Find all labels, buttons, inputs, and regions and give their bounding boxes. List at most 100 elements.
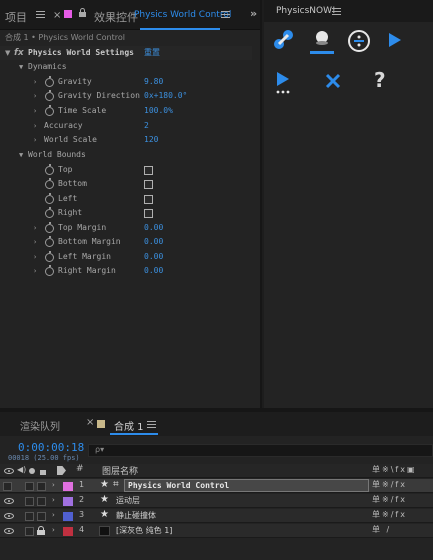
stopwatch-icon[interactable] [45, 236, 54, 247]
eye-icon[interactable] [4, 468, 14, 474]
close-icon[interactable]: × [86, 417, 94, 428]
left-checkbox[interactable] [144, 195, 153, 204]
gravity-direction-value[interactable]: 0x+180.0° [144, 89, 187, 103]
eye-icon[interactable] [4, 498, 14, 504]
right-bound-row[interactable]: Right [0, 206, 252, 220]
tab-project[interactable]: 项目 [5, 9, 27, 25]
twisty-right-icon[interactable]: › [33, 250, 37, 264]
layer-switches[interactable]: 单※/fx [372, 509, 407, 520]
twisty-right-icon[interactable]: › [52, 496, 55, 504]
left-bound-row[interactable]: Left [0, 192, 252, 206]
solo-icon[interactable] [29, 468, 35, 474]
play-more-icon[interactable] [274, 70, 294, 96]
table-row[interactable]: › 1 ★ ⌗ Physics World Control 单※/fx [0, 479, 433, 493]
menu-icon[interactable] [221, 11, 230, 18]
twisty-down-icon[interactable]: ▼ [19, 60, 23, 74]
time-scale-value[interactable]: 100.0% [144, 104, 173, 118]
audio-icon[interactable]: ◀) [17, 465, 26, 474]
twisty-right-icon[interactable]: › [33, 75, 37, 89]
layer-color-label[interactable] [63, 482, 73, 491]
divide-circle-icon[interactable] [346, 28, 372, 54]
twisty-right-icon[interactable]: › [33, 264, 37, 278]
gravity-row[interactable]: › Gravity 9.80 [0, 75, 252, 89]
close-x-icon[interactable] [324, 72, 342, 90]
right-margin-value[interactable]: 0.00 [144, 264, 163, 278]
reset-button[interactable]: 重置 [144, 46, 160, 60]
accuracy-row[interactable]: › Accuracy 2 [0, 119, 252, 133]
video-switch[interactable] [3, 482, 12, 491]
tab-comp[interactable]: 合成 1 [114, 418, 144, 433]
twisty-down-icon[interactable]: ▼ [19, 148, 23, 162]
bottom-bound-row[interactable]: Bottom [0, 177, 252, 191]
lock-switch[interactable] [37, 512, 46, 521]
right-margin-row[interactable]: › Right Margin 0.00 [0, 264, 252, 278]
twisty-right-icon[interactable]: › [33, 119, 37, 133]
stopwatch-icon[interactable] [45, 251, 54, 262]
timecode[interactable]: 0:00:00:18 [18, 441, 84, 454]
layer-name[interactable]: 静止碰撞体 [116, 510, 156, 521]
layer-name[interactable]: [深灰色 纯色 1] [116, 525, 172, 536]
twisty-down-icon[interactable]: ▼ [5, 46, 10, 60]
help-icon[interactable]: ? [374, 68, 386, 92]
menu-icon[interactable] [36, 11, 45, 18]
accuracy-value[interactable]: 2 [144, 119, 149, 133]
bottom-margin-row[interactable]: › Bottom Margin 0.00 [0, 235, 252, 249]
tab-effect-controls-name[interactable]: Physics World Control [134, 10, 231, 20]
right-checkbox[interactable] [144, 209, 153, 218]
world-bounds-group[interactable]: ▼ World Bounds [0, 148, 252, 162]
eye-icon[interactable] [4, 528, 14, 534]
dynamics-group[interactable]: ▼ Dynamics [0, 60, 252, 74]
layer-color-label[interactable] [63, 497, 73, 506]
eye-icon[interactable] [4, 513, 14, 519]
solo-switch[interactable] [25, 527, 34, 536]
solo-switch[interactable] [25, 497, 34, 506]
top-bound-row[interactable]: Top [0, 163, 252, 177]
layer-switches[interactable]: 单 / [372, 524, 391, 535]
twisty-right-icon[interactable]: › [33, 89, 37, 103]
twisty-right-icon[interactable]: › [52, 526, 55, 534]
stopwatch-icon[interactable] [45, 222, 54, 233]
layer-switches[interactable]: 单※/fx [372, 494, 407, 505]
layer-name[interactable]: 运动层 [116, 495, 140, 506]
world-scale-value[interactable]: 120 [144, 133, 158, 147]
layer-switches[interactable]: 单※/fx [372, 479, 407, 490]
time-scale-row[interactable]: › Time Scale 100.0% [0, 104, 252, 118]
solo-switch[interactable] [25, 482, 34, 491]
close-icon[interactable]: × [53, 10, 61, 21]
expand-panels-icon[interactable]: » [250, 7, 257, 20]
stopwatch-icon[interactable] [45, 164, 54, 175]
tab-effect-controls-prefix[interactable]: 效果控件 [94, 9, 138, 25]
gravity-direction-row[interactable]: › Gravity Direction 0x+180.0° [0, 89, 252, 103]
top-margin-value[interactable]: 0.00 [144, 221, 163, 235]
stopwatch-icon[interactable] [45, 76, 54, 87]
bottom-checkbox[interactable] [144, 180, 153, 189]
layer-color-label[interactable] [63, 527, 73, 536]
stopwatch-icon[interactable] [45, 265, 54, 276]
label-tag-icon[interactable] [57, 466, 66, 475]
chain-link-icon[interactable] [270, 28, 298, 52]
twisty-right-icon[interactable]: › [33, 235, 37, 249]
twisty-right-icon[interactable]: › [52, 511, 55, 519]
twisty-right-icon[interactable]: › [52, 481, 55, 489]
menu-icon[interactable] [147, 421, 156, 428]
left-margin-row[interactable]: › Left Margin 0.00 [0, 250, 252, 264]
stopwatch-icon[interactable] [45, 178, 54, 189]
lock-switch[interactable] [37, 497, 46, 506]
lock-icon[interactable] [37, 526, 45, 536]
stopwatch-icon[interactable] [45, 105, 54, 116]
layer-color-label[interactable] [63, 512, 73, 521]
world-scale-row[interactable]: › World Scale 120 [0, 133, 252, 147]
lock-switch[interactable] [37, 482, 46, 491]
left-margin-value[interactable]: 0.00 [144, 250, 163, 264]
table-row[interactable]: › 3 ★ 静止碰撞体 单※/fx [0, 509, 433, 523]
solo-switch[interactable] [25, 512, 34, 521]
effect-header-row[interactable]: ▼ fx Physics World Settings 重置 [0, 46, 252, 60]
gravity-value[interactable]: 9.80 [144, 75, 163, 89]
table-row[interactable]: › 2 ★ 运动层 单※/fx [0, 494, 433, 508]
fx-icon[interactable]: fx [14, 46, 24, 60]
tab-render-queue[interactable]: 渲染队列 [20, 418, 60, 433]
stopwatch-icon[interactable] [45, 90, 54, 101]
bottom-margin-value[interactable]: 0.00 [144, 235, 163, 249]
layer-name-field[interactable]: Physics World Control [124, 479, 369, 492]
play-icon[interactable] [386, 30, 404, 50]
